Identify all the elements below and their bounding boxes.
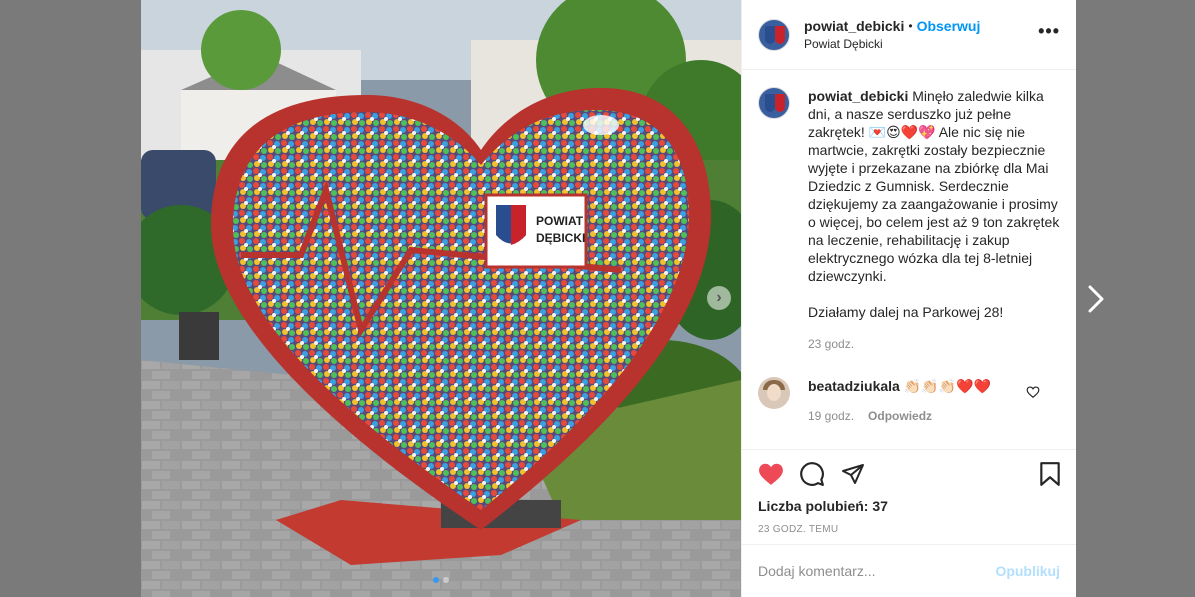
- post-actions: Liczba polubień: 37 23 GODZ. TEMU: [742, 449, 1076, 535]
- comment-input[interactable]: [758, 563, 996, 579]
- photo-next-icon[interactable]: ›: [707, 286, 731, 310]
- comment-time[interactable]: 19 godz.: [808, 407, 854, 425]
- post-modal: POWIAT DĘBICKI › powiat_debicki • Obserw…: [141, 0, 1076, 597]
- post-photo-graphic: POWIAT DĘBICKI: [141, 0, 741, 597]
- comment-icon[interactable]: [799, 461, 825, 487]
- post-header: powiat_debicki • Obserwuj Powiat Dębicki…: [742, 0, 1076, 70]
- post-image[interactable]: POWIAT DĘBICKI ›: [141, 0, 741, 597]
- caption-avatar[interactable]: [758, 87, 790, 119]
- reply-button[interactable]: Odpowiedz: [868, 407, 932, 425]
- commenter-avatar[interactable]: [758, 377, 790, 409]
- carousel-dot-2: [443, 577, 449, 583]
- share-icon[interactable]: [840, 462, 866, 486]
- author-username[interactable]: powiat_debicki: [804, 18, 904, 34]
- like-heart-icon[interactable]: [758, 462, 784, 486]
- commenter-username[interactable]: beatadziukala: [808, 378, 900, 394]
- caption-username[interactable]: powiat_debicki: [808, 88, 908, 104]
- likes-count[interactable]: Liczba polubień: 37: [758, 498, 1062, 514]
- bookmark-icon[interactable]: [1038, 461, 1062, 487]
- more-options-icon[interactable]: •••: [1038, 21, 1060, 42]
- comment-composer: Opublikuj: [742, 544, 1076, 597]
- comment-text: 👏🏻👏🏻👏🏻❤️❤️: [903, 378, 991, 394]
- post-sidebar: powiat_debicki • Obserwuj Powiat Dębicki…: [741, 0, 1076, 597]
- comment-item: beatadziukala 👏🏻👏🏻👏🏻❤️❤️ 19 godz. Odpowi…: [758, 377, 1060, 425]
- follow-button[interactable]: Obserwuj: [917, 18, 981, 34]
- carousel-dots: [433, 577, 449, 583]
- header-separator: •: [908, 19, 913, 33]
- carousel-dot-1: [433, 577, 439, 583]
- sign-line-1: POWIAT: [536, 214, 584, 228]
- caption-comment: powiat_debicki Minęło zaledwie kilka dni…: [758, 87, 1060, 353]
- post-location[interactable]: Powiat Dębicki: [804, 37, 1038, 51]
- post-timestamp[interactable]: 23 GODZ. TEMU: [758, 524, 1062, 535]
- caption-text: Minęło zaledwie kilka dni, a nasze serdu…: [808, 88, 1060, 320]
- next-post-arrow-icon[interactable]: [1086, 284, 1108, 314]
- caption-time[interactable]: 23 godz.: [808, 335, 1060, 353]
- author-avatar[interactable]: [758, 18, 790, 51]
- publish-button[interactable]: Opublikuj: [995, 563, 1060, 579]
- sign-line-2: DĘBICKI: [536, 231, 585, 245]
- comments-section: powiat_debicki Minęło zaledwie kilka dni…: [742, 71, 1076, 449]
- comment-like-icon[interactable]: [1026, 385, 1040, 399]
